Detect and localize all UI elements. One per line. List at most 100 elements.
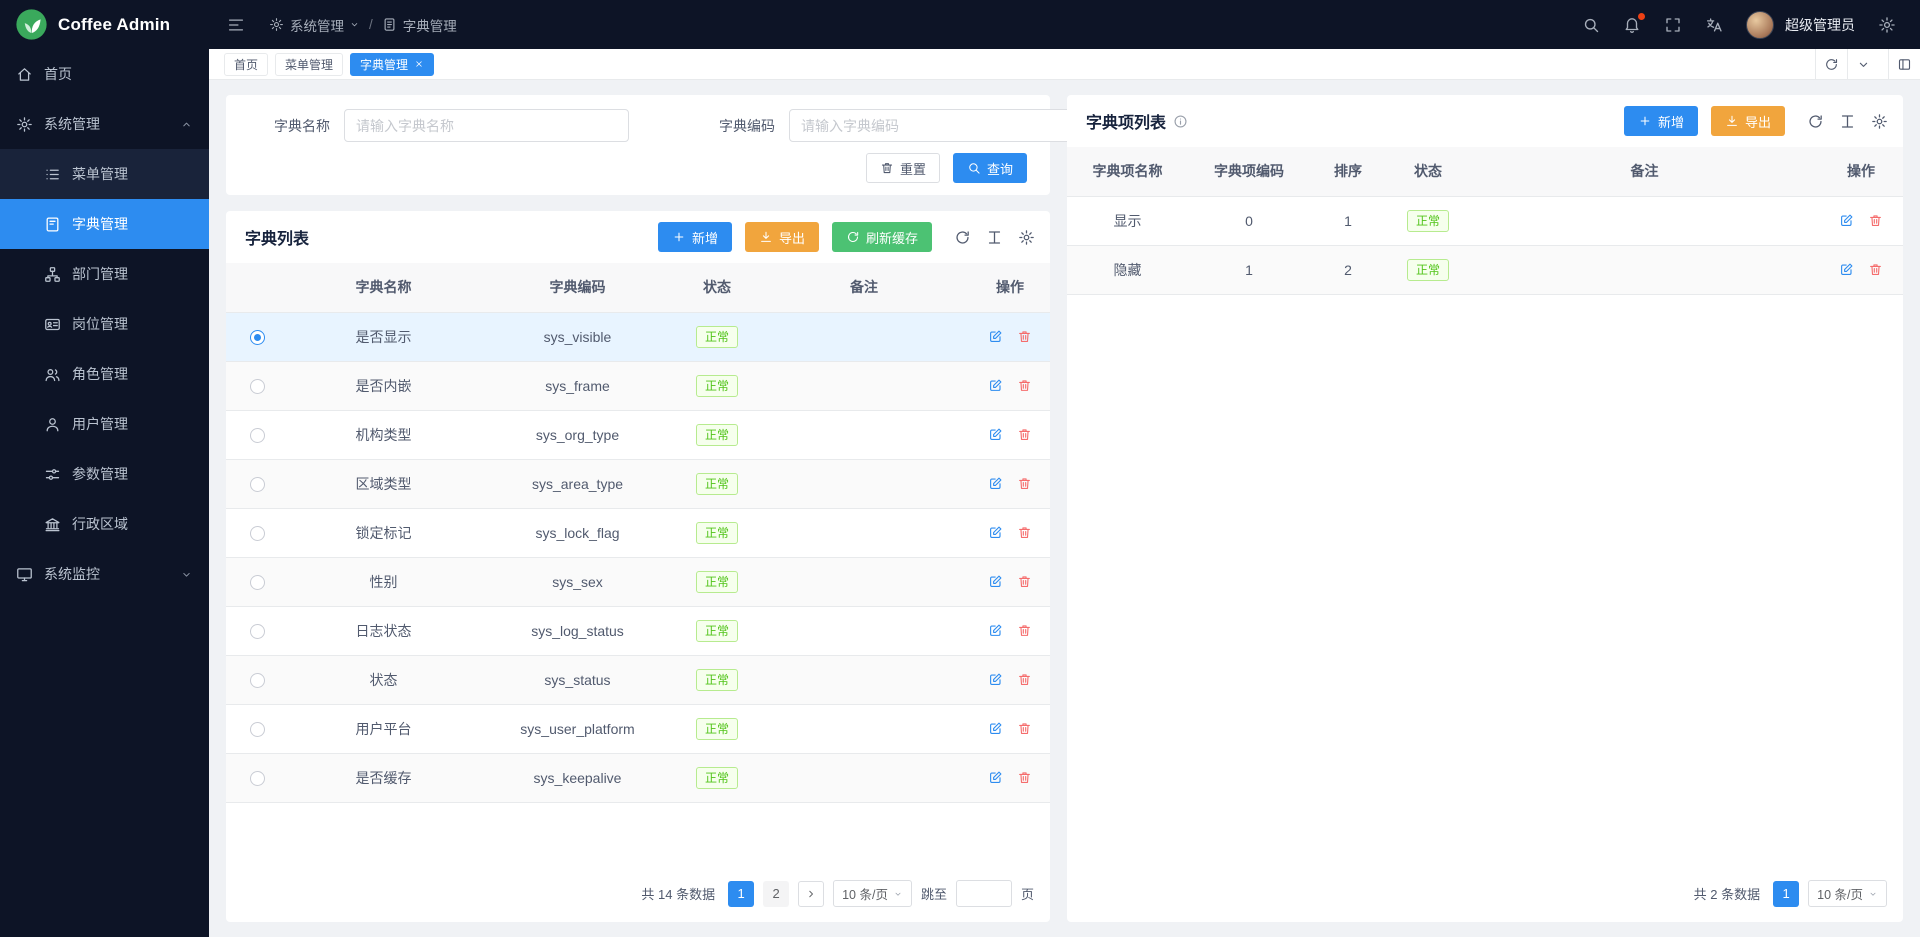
edit-icon[interactable] [988, 427, 1003, 442]
tab-dict-management[interactable]: 字典管理 [350, 53, 434, 76]
page-button[interactable]: 1 [728, 881, 754, 907]
settings-gear-icon[interactable] [1878, 16, 1896, 34]
trash-icon[interactable] [1017, 427, 1032, 442]
table-row[interactable]: 机构类型sys_org_type正常 [226, 410, 1050, 459]
sidebar-item-system-monitor[interactable]: 系统监控 [0, 549, 209, 599]
edit-icon[interactable] [988, 525, 1003, 540]
row-radio[interactable] [250, 428, 265, 443]
table-row[interactable]: 显示01正常 [1067, 196, 1903, 245]
edit-icon[interactable] [988, 329, 1003, 344]
search-icon[interactable] [1582, 16, 1600, 34]
toggle-layout-icon[interactable] [1888, 49, 1920, 79]
fullscreen-icon[interactable] [1664, 16, 1682, 34]
table-row[interactable]: 锁定标记sys_lock_flag正常 [226, 508, 1050, 557]
trash-icon[interactable] [1017, 378, 1032, 393]
refresh-tabs-icon[interactable] [1815, 49, 1847, 79]
jump-page-input[interactable] [956, 880, 1012, 907]
edit-icon[interactable] [1839, 213, 1854, 228]
column-settings-icon[interactable] [1018, 229, 1035, 246]
row-radio[interactable] [250, 624, 265, 639]
trash-icon[interactable] [1017, 770, 1032, 785]
sidebar-item-region-management[interactable]: 行政区域 [0, 499, 209, 549]
next-page-button[interactable] [798, 881, 824, 907]
sidebar-item-system-management[interactable]: 系统管理 [0, 99, 209, 149]
table-row[interactable]: 区域类型sys_area_type正常 [226, 459, 1050, 508]
density-icon[interactable] [1839, 113, 1856, 130]
export-dict-item-button[interactable]: 导出 [1711, 106, 1785, 136]
row-radio[interactable] [250, 526, 265, 541]
row-radio[interactable] [250, 771, 265, 786]
breadcrumb-item-dict-management[interactable]: 字典管理 [382, 15, 457, 35]
sidebar-item-dict-management[interactable]: 字典管理 [0, 199, 209, 249]
table-row[interactable]: 隐藏12正常 [1067, 245, 1903, 294]
edit-icon[interactable] [1839, 262, 1854, 277]
edit-icon[interactable] [988, 378, 1003, 393]
edit-icon[interactable] [988, 623, 1003, 638]
row-radio[interactable] [250, 722, 265, 737]
edit-icon[interactable] [988, 476, 1003, 491]
breadcrumb-item-system-management[interactable]: 系统管理 [269, 15, 360, 35]
edit-icon[interactable] [988, 770, 1003, 785]
refresh-table-icon[interactable] [954, 229, 971, 246]
table-row[interactable]: 性别sys_sex正常 [226, 557, 1050, 606]
trash-icon[interactable] [1017, 574, 1032, 589]
add-dict-button[interactable]: 新增 [658, 222, 732, 252]
table-row[interactable]: 是否内嵌sys_frame正常 [226, 361, 1050, 410]
trash-icon[interactable] [1017, 672, 1032, 687]
column-settings-icon[interactable] [1871, 113, 1888, 130]
table-row[interactable]: 日志状态sys_log_status正常 [226, 606, 1050, 655]
trash-icon[interactable] [1017, 476, 1032, 491]
tab-home[interactable]: 首页 [224, 53, 268, 76]
table-row[interactable]: 是否缓存sys_keepalive正常 [226, 753, 1050, 802]
username[interactable]: 超级管理员 [1785, 15, 1855, 35]
cell-actions [970, 753, 1050, 802]
avatar[interactable] [1746, 11, 1774, 39]
sidebar-item-role-management[interactable]: 角色管理 [0, 349, 209, 399]
page-size-select[interactable]: 10 条/页 [833, 880, 912, 907]
export-dict-button[interactable]: 导出 [745, 222, 819, 252]
edit-icon[interactable] [988, 721, 1003, 736]
table-row[interactable]: 状态sys_status正常 [226, 655, 1050, 704]
row-radio[interactable] [250, 330, 265, 345]
add-dict-item-button[interactable]: 新增 [1624, 106, 1698, 136]
cell-remark [1470, 245, 1819, 294]
sidebar-item-home[interactable]: 首页 [0, 49, 209, 99]
trash-icon[interactable] [1017, 721, 1032, 736]
sidebar-item-post-management[interactable]: 岗位管理 [0, 299, 209, 349]
page-button[interactable]: 1 [1773, 881, 1799, 907]
trash-icon[interactable] [1868, 213, 1883, 228]
refresh-cache-button[interactable]: 刷新缓存 [832, 222, 932, 252]
table-row[interactable]: 是否显示sys_visible正常 [226, 312, 1050, 361]
tab-menu-management[interactable]: 菜单管理 [275, 53, 343, 76]
row-radio[interactable] [250, 477, 265, 492]
query-button[interactable]: 查询 [953, 153, 1027, 183]
table-row[interactable]: 用户平台sys_user_platform正常 [226, 704, 1050, 753]
sidebar-item-dept-management[interactable]: 部门管理 [0, 249, 209, 299]
close-icon[interactable] [414, 59, 424, 69]
density-icon[interactable] [986, 229, 1003, 246]
row-radio[interactable] [250, 379, 265, 394]
row-radio[interactable] [250, 575, 265, 590]
reset-button[interactable]: 重置 [866, 153, 940, 183]
trash-icon[interactable] [1017, 329, 1032, 344]
notifications-bell-icon[interactable] [1623, 16, 1641, 34]
page-button[interactable]: 2 [763, 881, 789, 907]
translate-icon[interactable] [1705, 16, 1723, 34]
sidebar-toggle-icon[interactable] [227, 16, 245, 34]
refresh-table-icon[interactable] [1807, 113, 1824, 130]
sidebar-item-menu-management[interactable]: 菜单管理 [0, 149, 209, 199]
page-size-select[interactable]: 10 条/页 [1808, 880, 1887, 907]
sidebar-item-user-management[interactable]: 用户管理 [0, 399, 209, 449]
trash-icon[interactable] [1017, 623, 1032, 638]
dict-code-input[interactable] [789, 109, 1074, 142]
edit-icon[interactable] [988, 574, 1003, 589]
info-icon[interactable] [1173, 114, 1188, 129]
sidebar-item-param-management[interactable]: 参数管理 [0, 449, 209, 499]
trash-icon[interactable] [1868, 262, 1883, 277]
edit-icon[interactable] [988, 672, 1003, 687]
row-radio[interactable] [250, 673, 265, 688]
trash-icon[interactable] [1017, 525, 1032, 540]
dict-name-input[interactable] [344, 109, 629, 142]
dict-item-actions: 新增 导出 [1624, 106, 1888, 136]
tabs-dropdown-icon[interactable] [1847, 49, 1879, 79]
